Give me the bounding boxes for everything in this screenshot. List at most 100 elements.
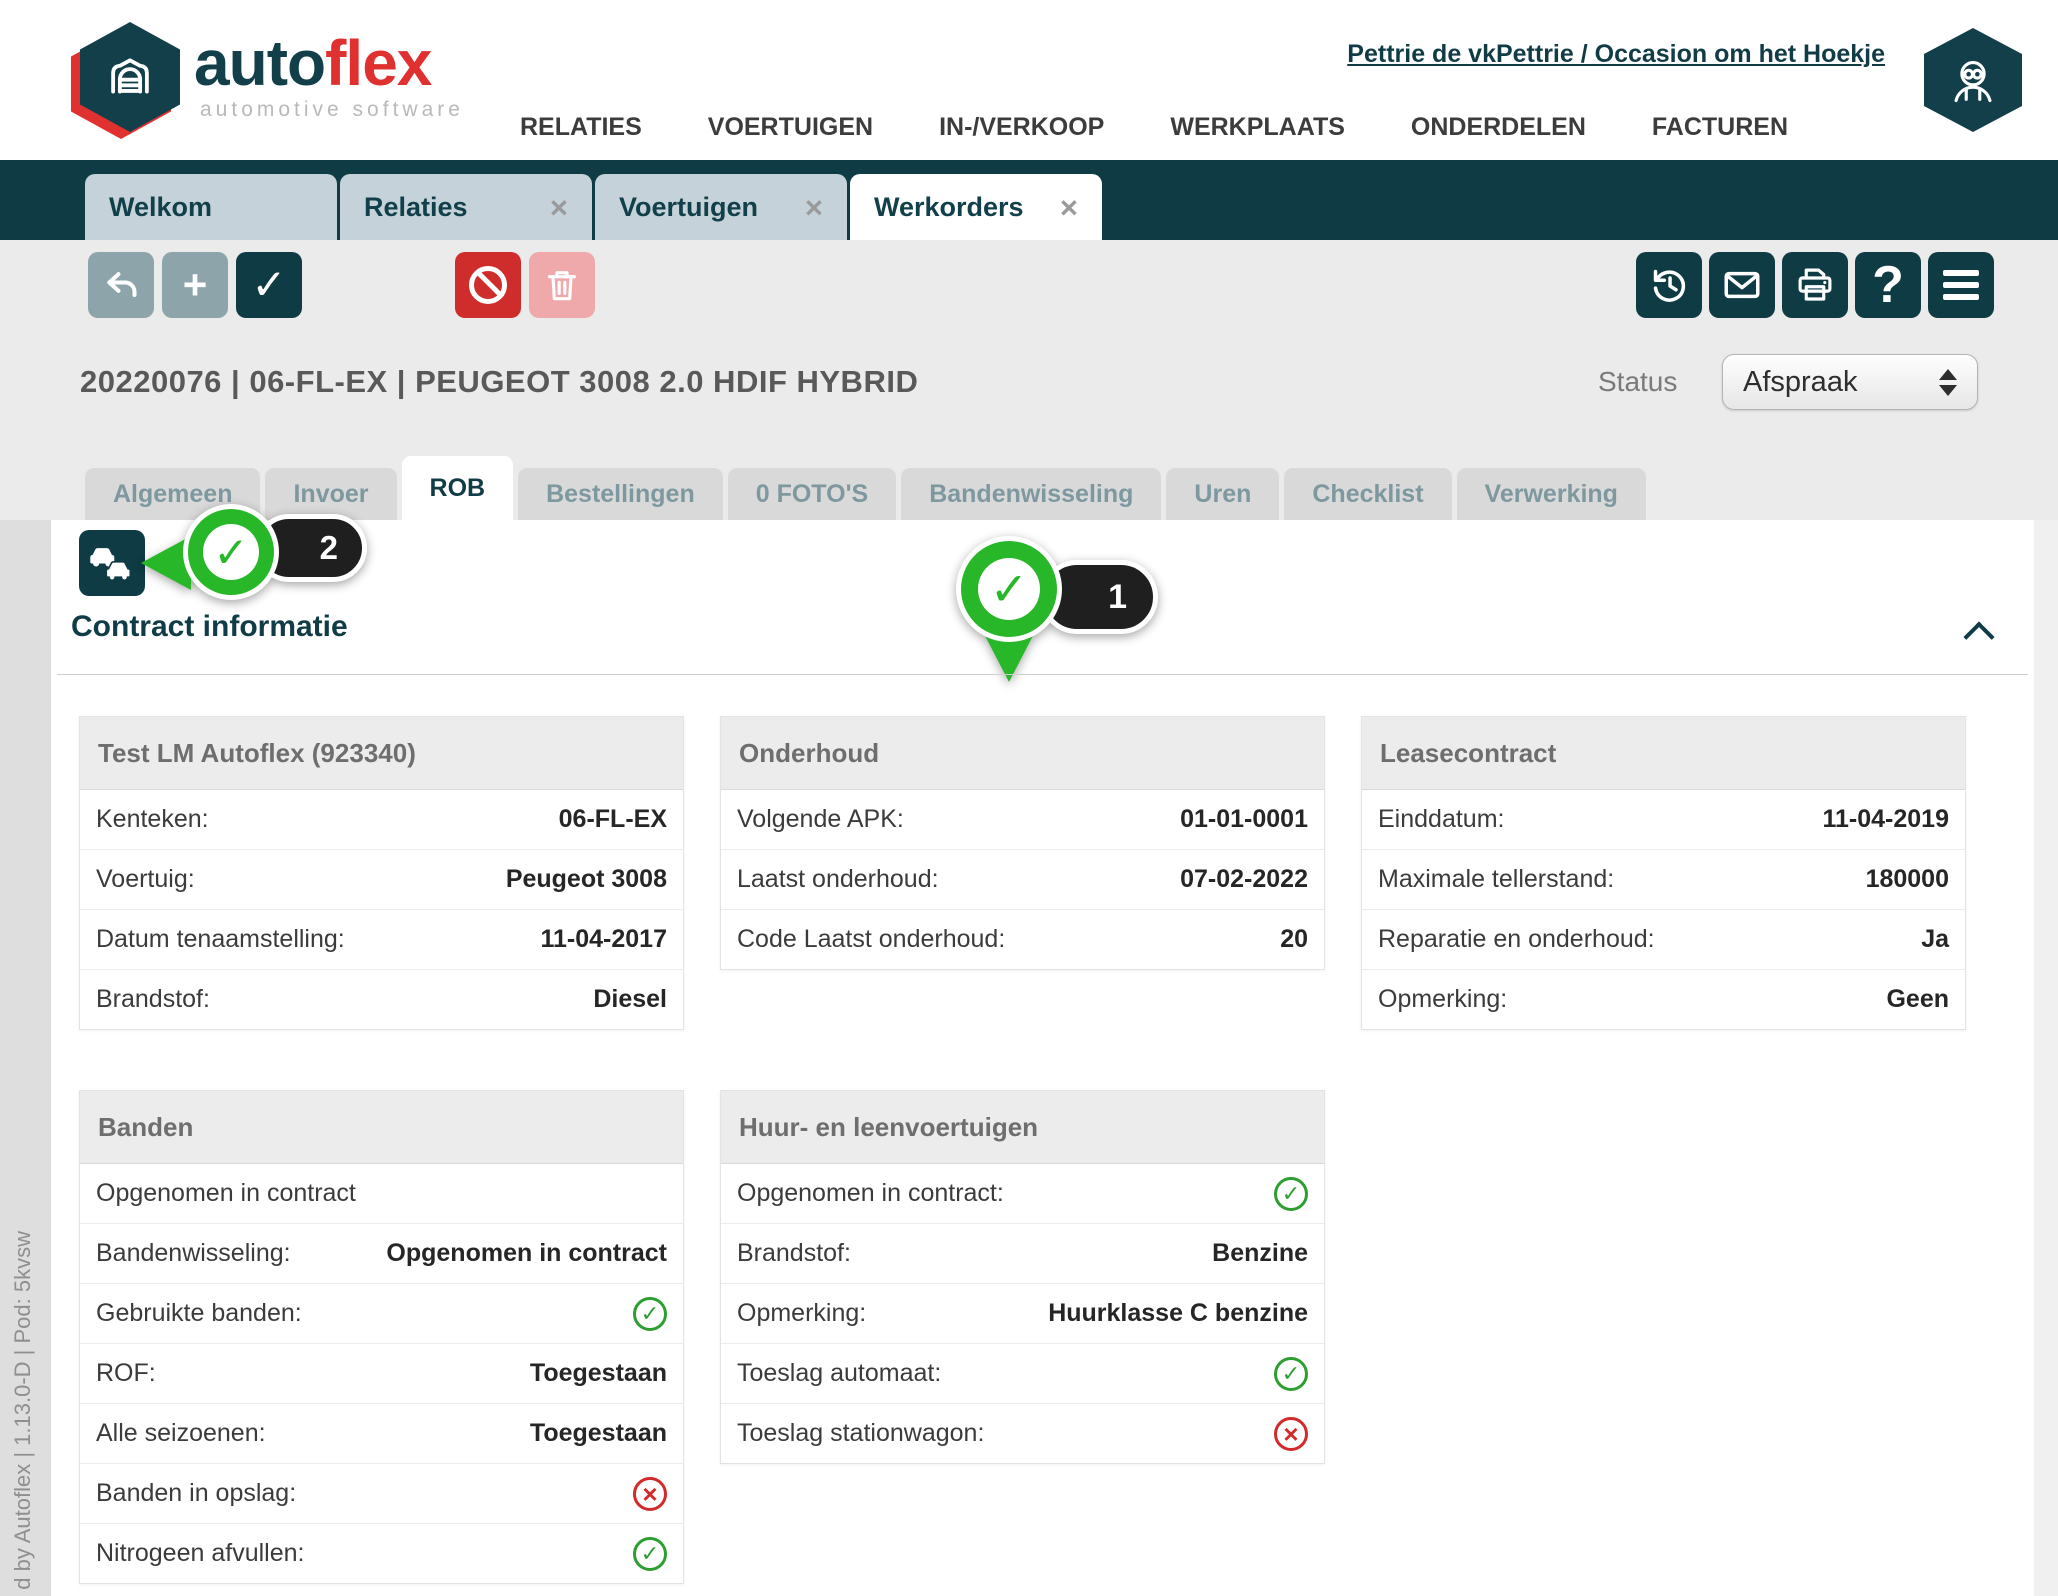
menu-button[interactable] [1928,252,1994,318]
autoflex-app: autoflex automotive software RELATIES VO… [0,0,2058,1596]
nav-facturen[interactable]: FACTUREN [1652,113,1788,142]
subtab-verwerking[interactable]: Verwerking [1457,468,1646,520]
nav-relaties[interactable]: RELATIES [520,113,642,142]
select-arrows-icon [1939,369,1957,396]
close-icon[interactable]: × [550,192,568,223]
nav-voertuigen[interactable]: VOERTUIGEN [708,113,873,142]
nav-onderdelen[interactable]: ONDERDELEN [1411,113,1586,142]
row-value: 07-02-2022 [1180,865,1308,894]
tab-welkom[interactable]: Welkom [85,174,337,240]
subtab-fotos[interactable]: 0 FOTO'S [728,468,896,520]
row-label: Datum tenaamstelling: [96,925,345,954]
window-tabbar: Welkom Relaties × Voertuigen × Werkorder… [0,160,2058,240]
row-label: Voertuig: [96,865,195,894]
table-row: Opgenomen in contract: ✓ [721,1164,1324,1224]
table-row: Banden in opslag: × [80,1464,683,1524]
print-button[interactable] [1782,252,1848,318]
undo-icon [101,265,141,305]
card-title: Huur- en leenvoertuigen [721,1091,1324,1164]
row-label: ROF: [96,1359,156,1388]
tab-label: Werkorders [874,192,1024,223]
table-row: Kenteken: 06-FL-EX [80,790,683,850]
row-value: 20 [1280,925,1308,954]
card-title: Banden [80,1091,683,1164]
status-select[interactable]: Afspraak [1722,354,1978,410]
section-check-marker[interactable]: 1 ✓ [956,536,1062,642]
cards-row-2: Banden Opgenomen in contract Bandenwisse… [79,1090,1966,1584]
row-value: 01-01-0001 [1180,805,1308,834]
subtab-bestellingen[interactable]: Bestellingen [518,468,723,520]
question-icon: ? [1872,259,1904,311]
check-disc: ✓ [956,536,1062,642]
tab-label: Welkom [109,192,212,223]
subtab-rob[interactable]: ROB [402,456,514,520]
werkorder-toolbar: + ✓ [0,240,2058,332]
row-label: Volgende APK: [737,805,904,834]
printer-icon [1794,264,1836,306]
subtab-checklist[interactable]: Checklist [1284,468,1451,520]
help-button[interactable]: ? [1855,252,1921,318]
card-banden: Banden Opgenomen in contract Bandenwisse… [79,1090,684,1584]
history-icon [1648,264,1690,306]
subtab-uren[interactable]: Uren [1166,468,1279,520]
add-button[interactable]: + [162,252,228,318]
row-value: 180000 [1866,865,1949,894]
user-avatar[interactable] [1924,28,2022,132]
subtab-label: ROB [430,474,486,503]
row-label: Brandstof: [737,1239,851,1268]
check-disc: ✓ [183,504,279,600]
table-row: Maximale tellerstand: 180000 [1362,850,1965,910]
card-onderhoud: Onderhoud Volgende APK: 01-01-0001 Laats… [720,716,1325,970]
app-header: autoflex automotive software RELATIES VO… [0,0,2058,160]
chevron-up-icon[interactable] [1963,621,1994,652]
table-row: Brandstof: Benzine [721,1224,1324,1284]
tab-werkorders[interactable]: Werkorders × [850,174,1102,240]
card-title: Test LM Autoflex (923340) [80,717,683,790]
nav-in-verkoop[interactable]: IN-/VERKOOP [939,113,1104,142]
status-cross-icon: × [1274,1417,1308,1451]
vehicles-shortcut-button[interactable] [79,530,145,596]
scrollbar[interactable] [2033,520,2058,1596]
delete-button[interactable] [529,252,595,318]
subtab-invoer[interactable]: Invoer [265,468,396,520]
section-divider [57,674,2028,675]
autoflex-logo[interactable]: autoflex automotive software [78,20,464,136]
user-account-link[interactable]: Pettrie de vkPettrie / Occasion om het H… [1347,40,1885,69]
workorder-title: 20220076 | 06-FL-EX | PEUGEOT 3008 2.0 H… [80,364,918,400]
row-label: Toeslag automaat: [737,1359,941,1388]
hamburger-icon [1943,264,1979,306]
tab-relaties[interactable]: Relaties × [340,174,592,240]
status-label: Status [1598,366,1677,398]
brand-text: autoflex automotive software [194,30,464,122]
nav-werkplaats[interactable]: WERKPLAATS [1170,113,1345,142]
card-title: Leasecontract [1362,717,1965,790]
history-button[interactable] [1636,252,1702,318]
row-value: Ja [1921,925,1949,954]
undo-button[interactable] [88,252,154,318]
row-value: Huurklasse C benzine [1048,1299,1308,1328]
person-icon [1944,51,2002,109]
status-check-icon: ✓ [633,1297,667,1331]
table-row: Opmerking: Huurklasse C benzine [721,1284,1324,1344]
cancel-button[interactable] [455,252,521,318]
main-nav: RELATIES VOERTUIGEN IN-/VERKOOP WERKPLAA… [520,113,1788,142]
row-value: 11-04-2017 [540,925,667,954]
table-row: Voertuig: Peugeot 3008 [80,850,683,910]
table-row: Opmerking: Geen [1362,970,1965,1029]
version-vertical-text: d by Autoflex | 1.13.0-D | Pod: 5kvsw [10,1231,36,1590]
tab-voertuigen[interactable]: Voertuigen × [595,174,847,240]
row-label: Banden in opslag: [96,1479,296,1508]
close-icon[interactable]: × [805,192,823,223]
row-label: Bandenwisseling: [96,1239,291,1268]
row-value: Toegestaan [530,1359,667,1388]
trash-icon [542,265,582,305]
vehicles-check-marker[interactable]: 2 ✓ [139,504,279,600]
confirm-button[interactable]: ✓ [236,252,302,318]
table-row: Reparatie en onderhoud: Ja [1362,910,1965,970]
close-icon[interactable]: × [1060,192,1078,223]
subtab-bandenwisseling[interactable]: Bandenwisseling [901,468,1161,520]
row-label: Code Laatst onderhoud: [737,925,1005,954]
mail-button[interactable] [1709,252,1775,318]
row-label: Maximale tellerstand: [1378,865,1614,894]
table-row: Gebruikte banden: ✓ [80,1284,683,1344]
